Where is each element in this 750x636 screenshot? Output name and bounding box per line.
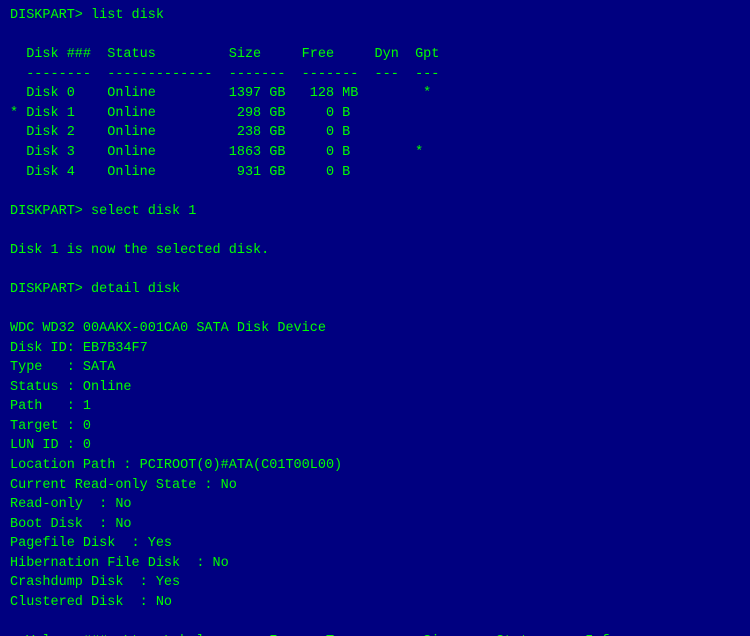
- terminal-line: [10, 182, 740, 202]
- terminal-line: Boot Disk : No: [10, 515, 740, 535]
- terminal-line: Current Read-only State : No: [10, 476, 740, 496]
- terminal-line: Target : 0: [10, 417, 740, 437]
- terminal-line: Disk 1 is now the selected disk.: [10, 241, 740, 261]
- terminal-line: [10, 612, 740, 632]
- terminal-line: [10, 221, 740, 241]
- terminal-line: [10, 260, 740, 280]
- terminal-line: Pagefile Disk : Yes: [10, 534, 740, 554]
- terminal-line: Path : 1: [10, 397, 740, 417]
- terminal-line: * Disk 1 Online 298 GB 0 B: [10, 104, 740, 124]
- terminal-output: DISKPART> list disk Disk ### Status Size…: [10, 6, 740, 636]
- terminal-line: [10, 26, 740, 46]
- terminal-line: Disk ### Status Size Free Dyn Gpt: [10, 45, 740, 65]
- terminal-line: DISKPART> select disk 1: [10, 202, 740, 222]
- terminal-line: LUN ID : 0: [10, 436, 740, 456]
- terminal-line: Location Path : PCIROOT(0)#ATA(C01T00L00…: [10, 456, 740, 476]
- terminal-line: Read-only : No: [10, 495, 740, 515]
- terminal-line: Clustered Disk : No: [10, 593, 740, 613]
- terminal-line: Disk 4 Online 931 GB 0 B: [10, 163, 740, 183]
- terminal-line: Disk 0 Online 1397 GB 128 MB *: [10, 84, 740, 104]
- terminal-line: Disk ID: EB7B34F7: [10, 339, 740, 359]
- terminal-line: Status : Online: [10, 378, 740, 398]
- terminal-line: Hibernation File Disk : No: [10, 554, 740, 574]
- terminal-line: DISKPART> detail disk: [10, 280, 740, 300]
- terminal-line: Volume ### Ltr Label Fs Type Size Status…: [10, 632, 740, 636]
- terminal-line: [10, 299, 740, 319]
- terminal-window: DISKPART> list disk Disk ### Status Size…: [0, 0, 750, 636]
- terminal-line: WDC WD32 00AAKX-001CA0 SATA Disk Device: [10, 319, 740, 339]
- terminal-line: Disk 2 Online 238 GB 0 B: [10, 123, 740, 143]
- terminal-line: Type : SATA: [10, 358, 740, 378]
- terminal-line: Crashdump Disk : Yes: [10, 573, 740, 593]
- terminal-line: Disk 3 Online 1863 GB 0 B *: [10, 143, 740, 163]
- terminal-line: -------- ------------- ------- ------- -…: [10, 65, 740, 85]
- terminal-line: DISKPART> list disk: [10, 6, 740, 26]
